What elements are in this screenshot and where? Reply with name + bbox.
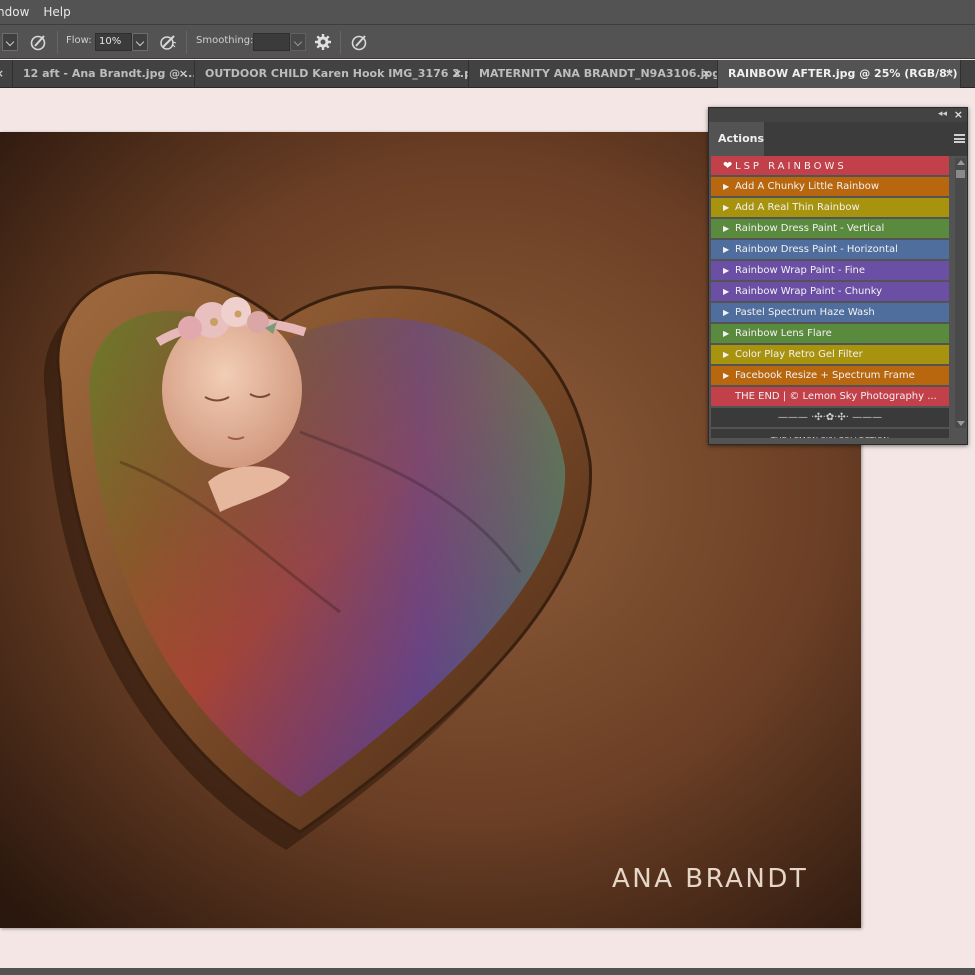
smoothing-dropdown[interactable]: [290, 33, 306, 51]
close-icon[interactable]: ×: [954, 108, 963, 121]
menu-help[interactable]: Help: [36, 0, 77, 24]
action-item[interactable]: ▶ Rainbow Wrap Paint - Chunky: [711, 282, 949, 301]
pressure-opacity-icon[interactable]: [29, 32, 49, 52]
menu-bar: ndow Help: [0, 0, 975, 24]
tab-partial[interactable]: ×: [0, 60, 13, 88]
tab-maternity[interactable]: MATERNITY ANA BRANDT_N9A3106.jpg ×: [469, 60, 718, 88]
play-triangle-icon[interactable]: ▶: [723, 240, 735, 259]
photoshop-window: ndow Help Flow: 10% Smoothing: 12 aft - …: [0, 0, 975, 975]
action-label: Add A Chunky Little Rainbow: [735, 181, 880, 192]
play-triangle-icon[interactable]: ▶: [723, 282, 735, 301]
scroll-thumb[interactable]: [956, 170, 965, 178]
flow-field[interactable]: 10%: [95, 33, 132, 51]
action-label: Rainbow Wrap Paint - Chunky: [735, 286, 883, 297]
action-item[interactable]: ▶ Color Play Retro Gel Filter: [711, 345, 949, 364]
actions-list: ❤ LSP RAINBOWS ▶ Add A Chunky Little Rainbo…: [711, 156, 953, 438]
menu-window[interactable]: ndow: [0, 0, 36, 24]
play-triangle-icon[interactable]: ▶: [723, 177, 735, 196]
action-label: Add A Real Thin Rainbow: [735, 202, 860, 213]
actions-scrollbar[interactable]: [955, 158, 966, 428]
panel-tab-row: Actions: [709, 122, 967, 156]
watermark-text: ANA BRANDT: [612, 864, 809, 894]
action-label: Rainbow Dress Paint - Vertical: [735, 223, 885, 234]
play-triangle-icon[interactable]: ▶: [723, 324, 735, 343]
action-label: THE END | © Lemon Sky Photography ...: [735, 391, 937, 402]
action-item[interactable]: ▶ Add A Real Thin Rainbow: [711, 198, 949, 217]
tab-rainbow-after[interactable]: RAINBOW AFTER.jpg @ 25% (RGB/8*) * ×: [718, 60, 961, 88]
scroll-down-icon[interactable]: [957, 421, 965, 426]
collapse-icon[interactable]: ◂◂: [938, 109, 947, 119]
tab-ana-brandt[interactable]: 12 aft - Ana Brandt.jpg @ ... ×: [13, 60, 195, 88]
action-item[interactable]: ▶ Pastel Spectrum Haze Wash: [711, 303, 949, 322]
play-triangle-icon[interactable]: ▶: [723, 366, 735, 385]
action-label: Rainbow Dress Paint - Horizontal: [735, 244, 898, 255]
gear-icon[interactable]: [313, 32, 333, 52]
play-triangle-icon[interactable]: ▶: [723, 303, 735, 322]
tab-close-icon[interactable]: ×: [945, 60, 954, 88]
tab-close-icon[interactable]: ×: [702, 60, 711, 88]
options-separator: [57, 31, 58, 54]
options-separator: [186, 31, 187, 54]
action-label: Facebook Resize + Spectrum Frame: [735, 370, 915, 381]
smoothing-label: Smoothing:: [196, 35, 254, 46]
tab-actions[interactable]: Actions: [709, 122, 764, 156]
tab-close-icon[interactable]: ×: [453, 60, 462, 88]
panel-menu-icon[interactable]: [954, 134, 965, 143]
play-triangle-icon[interactable]: ▶: [723, 198, 735, 217]
document-tabs: × 12 aft - Ana Brandt.jpg @ ... × OUTDOO…: [0, 60, 975, 88]
play-triangle-icon[interactable]: ▶: [723, 261, 735, 280]
action-footer: THE LEMON SKY COLLECTION: [711, 429, 949, 438]
scroll-up-icon[interactable]: [957, 160, 965, 165]
tab-outdoor-child[interactable]: OUTDOOR CHILD Karen Hook IMG_3176 2.psd …: [195, 60, 469, 88]
action-item[interactable]: ▶ Facebook Resize + Spectrum Frame: [711, 366, 949, 385]
action-item[interactable]: ▶ Rainbow Lens Flare: [711, 324, 949, 343]
action-label: Rainbow Lens Flare: [735, 328, 832, 339]
actions-panel: ◂◂ × Actions ❤ LSP RAINBOWS ▶ Add A Chunky …: [708, 107, 968, 445]
action-item[interactable]: ▶ Rainbow Dress Paint - Horizontal: [711, 240, 949, 259]
pressure-size-icon[interactable]: [350, 32, 370, 52]
tab-label: RAINBOW AFTER.jpg @ 25% (RGB/8*) *: [728, 67, 961, 80]
action-label: LSP RAINBOWS: [735, 161, 847, 172]
brush-mode-dropdown[interactable]: [2, 33, 18, 51]
panel-header-bar: [709, 108, 967, 122]
action-item[interactable]: THE END | © Lemon Sky Photography ...: [711, 387, 949, 406]
tab-label: OUTDOOR CHILD Karen Hook IMG_3176 2.psd: [205, 67, 469, 80]
action-separator: ——— ·✣·✿·✣· ———: [711, 408, 949, 427]
tab-close-icon[interactable]: ×: [179, 60, 188, 88]
action-label: Rainbow Wrap Paint - Fine: [735, 265, 866, 276]
flow-label: Flow:: [66, 35, 92, 46]
play-triangle-icon[interactable]: ▶: [723, 219, 735, 238]
heart-icon[interactable]: ❤: [723, 156, 735, 175]
action-label: Pastel Spectrum Haze Wash: [735, 307, 875, 318]
play-triangle-icon[interactable]: ▶: [723, 345, 735, 364]
action-item[interactable]: ▶ Rainbow Wrap Paint - Fine: [711, 261, 949, 280]
options-bar: Flow: 10% Smoothing:: [0, 24, 975, 59]
tab-label: 12 aft - Ana Brandt.jpg @ ...: [23, 67, 195, 80]
smoothing-field[interactable]: [253, 33, 290, 51]
options-separator: [340, 31, 341, 54]
tab-label: MATERNITY ANA BRANDT_N9A3106.jpg: [479, 67, 718, 80]
tab-close-icon[interactable]: ×: [0, 60, 4, 88]
action-item[interactable]: ▶ Rainbow Dress Paint - Vertical: [711, 219, 949, 238]
action-item[interactable]: ▶ Add A Chunky Little Rainbow: [711, 177, 949, 196]
status-bar: [0, 968, 975, 975]
action-label: Color Play Retro Gel Filter: [735, 349, 863, 360]
action-set-header[interactable]: ❤ LSP RAINBOWS: [711, 156, 949, 175]
airbrush-icon[interactable]: [158, 32, 178, 52]
flow-dropdown[interactable]: [132, 33, 148, 51]
